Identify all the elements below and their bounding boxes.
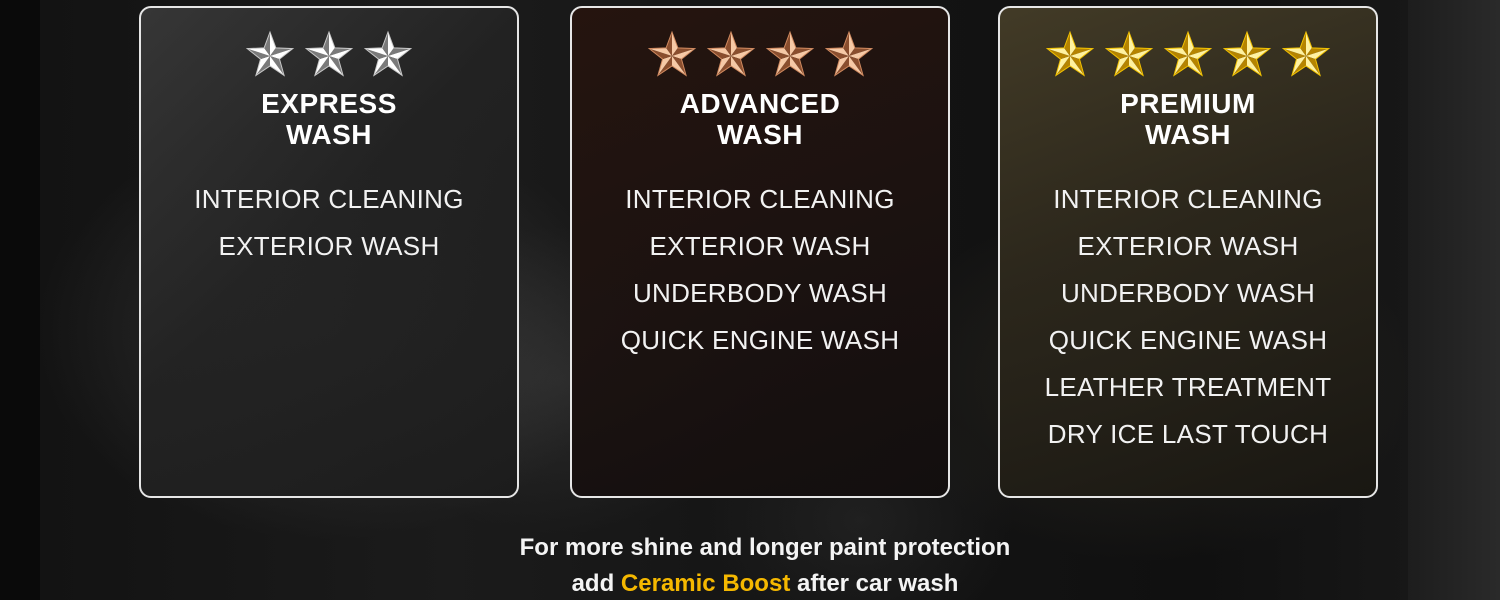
plan-card-express: EXPRESS WASH INTERIOR CLEANING EXTERIOR … <box>139 6 519 498</box>
star-icon <box>304 30 354 82</box>
feature-list: INTERIOR CLEANING EXTERIOR WASH <box>141 176 517 270</box>
right-edge <box>1408 0 1500 600</box>
ceramic-boost-highlight: Ceramic Boost <box>620 570 791 597</box>
feature-list: INTERIOR CLEANING EXTERIOR WASH UNDERBOD… <box>1000 176 1376 458</box>
promo-prefix: add <box>571 570 621 597</box>
promo-suffix: after car wash <box>790 570 959 597</box>
star-icon <box>706 30 756 82</box>
plan-title-line1: PREMIUM <box>1120 88 1256 119</box>
plan-title: EXPRESS WASH <box>141 88 517 150</box>
plan-title-line2: WASH <box>717 119 803 150</box>
star-icon <box>245 30 295 82</box>
star-icon <box>1104 30 1154 82</box>
plan-title-line2: WASH <box>286 119 372 150</box>
feature-item: EXTERIOR WASH <box>649 231 871 261</box>
feature-item: QUICK ENGINE WASH <box>1048 325 1328 355</box>
feature-item: DRY ICE LAST TOUCH <box>1047 419 1329 449</box>
feature-item: LEATHER TREATMENT <box>1044 372 1332 402</box>
plan-title: PREMIUM WASH <box>1000 88 1376 150</box>
feature-item: INTERIOR CLEANING <box>625 184 895 214</box>
star-icon <box>363 30 413 82</box>
star-icon <box>1281 30 1331 82</box>
star-icon <box>1222 30 1272 82</box>
star-icon <box>765 30 815 82</box>
feature-item: EXTERIOR WASH <box>1077 231 1299 261</box>
promo-line1: For more shine and longer paint protecti… <box>519 534 1011 561</box>
feature-item: INTERIOR CLEANING <box>1053 184 1323 214</box>
plan-card-premium: PREMIUM WASH INTERIOR CLEANING EXTERIOR … <box>998 6 1378 498</box>
feature-item: UNDERBODY WASH <box>1060 278 1316 308</box>
star-icon <box>647 30 697 82</box>
left-edge <box>0 0 40 600</box>
feature-item: UNDERBODY WASH <box>632 278 888 308</box>
promo-footer: For more shine and longer paint protecti… <box>0 530 1500 600</box>
plan-card-advanced: ADVANCED WASH INTERIOR CLEANING EXTERIOR… <box>570 6 950 498</box>
star-rating <box>1000 30 1376 82</box>
feature-list: INTERIOR CLEANING EXTERIOR WASH UNDERBOD… <box>572 176 948 364</box>
star-rating <box>141 30 517 82</box>
plan-title-line2: WASH <box>1145 119 1231 150</box>
feature-item: QUICK ENGINE WASH <box>620 325 900 355</box>
feature-item: INTERIOR CLEANING <box>194 184 464 214</box>
star-icon <box>1163 30 1213 82</box>
promo-line2: add Ceramic Boost after car wash <box>0 566 1500 600</box>
feature-item: EXTERIOR WASH <box>218 231 440 261</box>
plan-title-line1: ADVANCED <box>679 88 841 119</box>
plan-title: ADVANCED WASH <box>572 88 948 150</box>
plan-title-line1: EXPRESS <box>261 88 397 119</box>
star-icon <box>824 30 874 82</box>
star-rating <box>572 30 948 82</box>
star-icon <box>1045 30 1095 82</box>
